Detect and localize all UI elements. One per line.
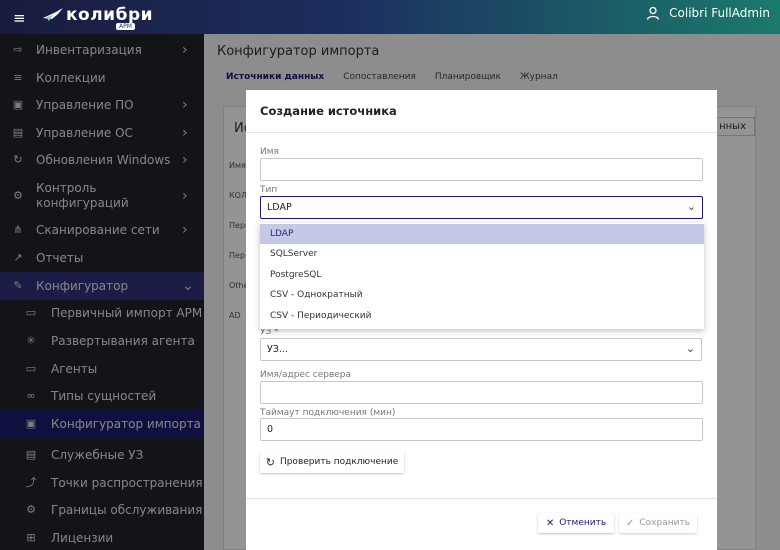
server-input[interactable] xyxy=(260,381,703,404)
divider xyxy=(246,132,717,133)
refresh-icon: ↻ xyxy=(265,455,275,469)
check-icon: ✓ xyxy=(625,517,635,529)
name-label: Имя xyxy=(260,147,279,157)
type-option-postgresql[interactable]: PostgreSQL xyxy=(260,265,704,285)
save-label: Сохранить xyxy=(639,518,690,528)
divider xyxy=(246,498,717,499)
test-connection-label: Проверить подключение xyxy=(279,457,399,467)
hummingbird-logo-icon xyxy=(43,8,63,21)
user-name: Colibri FullAdmin xyxy=(669,6,770,20)
type-label: Тип xyxy=(260,185,278,195)
timeout-label: Таймаут подключения (мин) xyxy=(260,408,396,418)
account-select[interactable]: УЗ... ⌄ xyxy=(260,338,702,361)
chevron-down-icon: ⌄ xyxy=(686,200,696,213)
close-icon: ✕ xyxy=(545,517,555,529)
account-select-placeholder: УЗ... xyxy=(267,344,288,355)
cancel-label: Отменить xyxy=(559,518,607,528)
type-option-csv-periodic[interactable]: CSV - Периодический xyxy=(260,306,704,326)
cancel-button[interactable]: ✕ Отменить xyxy=(538,513,614,533)
top-bar: ≡ колибри АРМ Colibri FullAdmin xyxy=(0,0,780,34)
type-select-value: LDAP xyxy=(267,202,292,213)
name-input[interactable] xyxy=(260,158,703,181)
test-connection-button[interactable]: ↻ Проверить подключение xyxy=(260,451,404,473)
menu-icon[interactable]: ≡ xyxy=(13,9,26,27)
user-icon xyxy=(646,6,660,20)
type-option-sqlserver[interactable]: SQLServer xyxy=(260,244,704,264)
server-label: Имя/адрес сервера xyxy=(260,370,352,380)
type-option-csv-once[interactable]: CSV - Однократный xyxy=(260,285,704,305)
user-menu[interactable]: Colibri FullAdmin xyxy=(646,6,770,20)
chevron-down-icon: ⌄ xyxy=(685,342,695,355)
logo-badge: АРМ xyxy=(116,23,135,30)
type-select[interactable]: LDAP ⌄ xyxy=(260,196,703,219)
logo-text: колибри xyxy=(66,5,154,25)
type-dropdown-list: LDAP SQLServer PostgreSQL CSV - Однократ… xyxy=(260,223,704,329)
logo[interactable]: колибри АРМ xyxy=(42,5,154,30)
save-button[interactable]: ✓ Сохранить xyxy=(619,513,697,533)
dialog-title: Создание источника xyxy=(260,104,397,118)
type-option-ldap[interactable]: LDAP xyxy=(260,224,704,244)
timeout-input[interactable]: 0 xyxy=(260,418,703,441)
